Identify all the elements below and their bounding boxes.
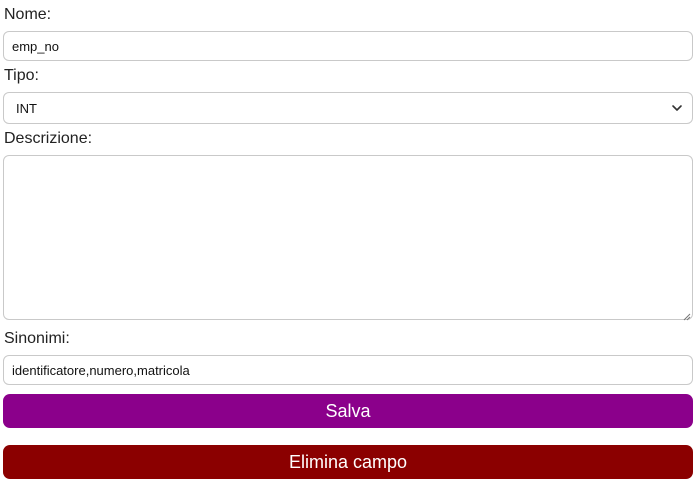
name-label: Nome: — [4, 6, 52, 23]
description-textarea[interactable] — [3, 155, 693, 320]
chevron-down-icon — [670, 101, 684, 115]
type-select-value: INT — [16, 100, 37, 116]
save-button[interactable]: Salva — [3, 394, 693, 428]
synonyms-input[interactable] — [3, 355, 693, 385]
synonyms-label: Sinonimi: — [4, 330, 70, 347]
type-select[interactable]: INT — [3, 92, 693, 124]
resize-grip-icon[interactable] — [683, 308, 691, 321]
name-input[interactable] — [3, 31, 693, 61]
type-label: Tipo: — [4, 67, 39, 84]
delete-field-button[interactable]: Elimina campo — [3, 445, 693, 479]
description-label: Descrizione: — [4, 130, 93, 147]
